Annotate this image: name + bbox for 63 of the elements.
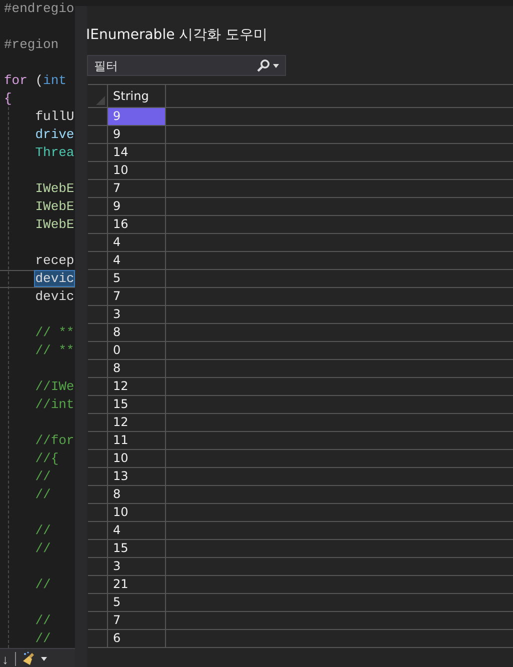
table-cell[interactable]: 7	[108, 288, 166, 305]
dialog-title: IEnumerable 시각화 도우미	[86, 26, 269, 45]
table-cell[interactable]: 6	[108, 630, 166, 647]
code-text: fullU	[35, 109, 74, 124]
code-comment: //	[35, 613, 51, 628]
table-cell[interactable]: 15	[108, 540, 166, 557]
code-comment: // **	[35, 325, 74, 340]
table-cell[interactable]: 9	[108, 198, 166, 215]
caret-icon	[40, 655, 48, 663]
code-comment: //	[35, 541, 51, 556]
table-cell[interactable]: 14	[108, 144, 166, 161]
code-text: int	[43, 73, 66, 88]
code-text: #endregio	[4, 1, 74, 16]
code-comment: //	[35, 631, 51, 646]
table-cell[interactable]: 8	[108, 360, 166, 377]
table-cell[interactable]: 4	[108, 252, 166, 269]
code-comment: //	[35, 577, 51, 592]
code-text: devic	[35, 271, 74, 286]
code-text: {	[4, 91, 12, 106]
table-cell[interactable]: 5	[108, 270, 166, 287]
table-cell[interactable]: 3	[108, 306, 166, 323]
code-text: IWebE	[35, 217, 74, 232]
code-text: IWebE	[35, 181, 74, 196]
code-comment: // **	[35, 343, 74, 358]
code-comment: //	[35, 469, 51, 484]
code-text: (	[35, 73, 44, 88]
table-cell[interactable]: 10	[108, 504, 166, 521]
table-cell[interactable]: 9	[108, 108, 166, 125]
code-comment: //IWe	[35, 379, 74, 394]
table-cell[interactable]: 12	[108, 414, 166, 431]
table-cell[interactable]: 13	[108, 468, 166, 485]
code-comment: //{	[35, 451, 59, 466]
code-comment: //	[35, 487, 51, 502]
cleanup-button[interactable]	[22, 651, 48, 667]
column-header[interactable]: String	[108, 85, 166, 107]
code-comment: //	[35, 523, 51, 538]
table-cell[interactable]: 8	[108, 324, 166, 341]
table-cell[interactable]: 7	[108, 180, 166, 197]
table-cell[interactable]: 8	[108, 486, 166, 503]
table-cell[interactable]: 3	[108, 558, 166, 575]
table-cell[interactable]: 21	[108, 576, 166, 593]
code-text: Threa	[35, 145, 74, 160]
table-cell[interactable]: 11	[108, 432, 166, 449]
table-cell[interactable]: 7	[108, 612, 166, 629]
table-cell[interactable]: 12	[108, 378, 166, 395]
table-cell[interactable]: 15	[108, 396, 166, 413]
table-cell[interactable]: 4	[108, 522, 166, 539]
code-text: #region	[4, 37, 59, 52]
code-text: devic	[35, 289, 74, 304]
table-cell[interactable]: 10	[108, 162, 166, 179]
table-cell[interactable]: 0	[108, 342, 166, 359]
code-text: drive	[35, 127, 74, 142]
table-cell[interactable]: 4	[108, 234, 166, 251]
code-comment: //int	[35, 397, 74, 412]
code-comment: //for	[35, 433, 74, 448]
table-cell[interactable]: 10	[108, 450, 166, 467]
table-cell[interactable]: 9	[108, 126, 166, 143]
table-cell[interactable]: 16	[108, 216, 166, 233]
code-text: for	[4, 73, 28, 88]
code-text: IWebE	[35, 199, 74, 214]
table-cell[interactable]: 5	[108, 594, 166, 611]
code-text: recep	[35, 253, 74, 268]
scroll-down-button[interactable]: ↓	[2, 652, 8, 666]
